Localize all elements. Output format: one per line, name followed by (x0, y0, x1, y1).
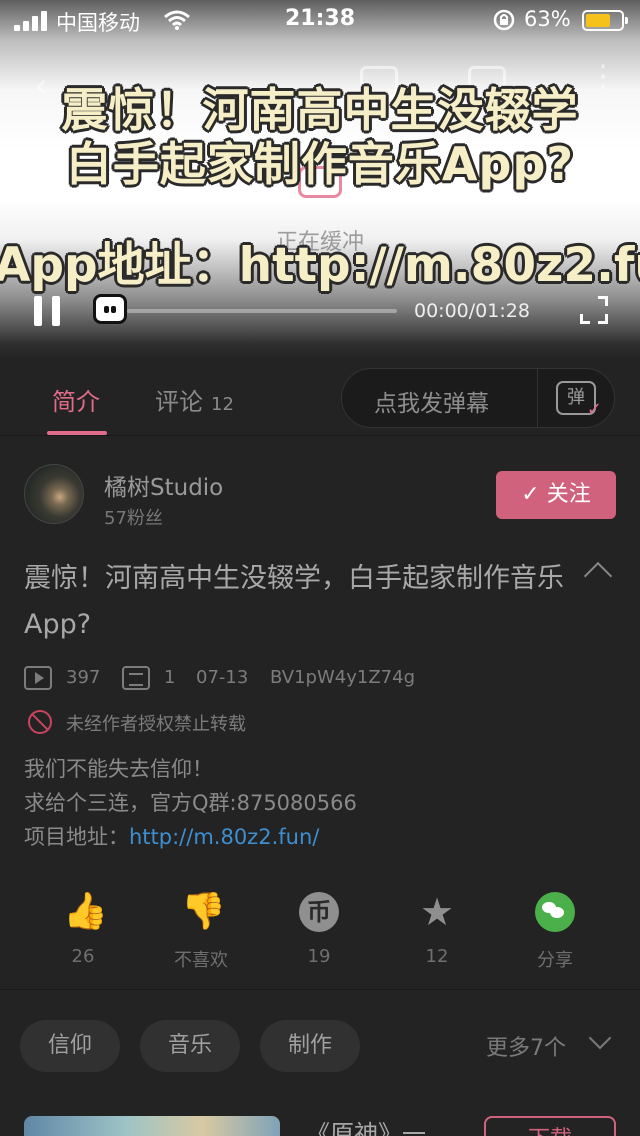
divider (537, 369, 538, 427)
favorite-button[interactable]: ★ 12 (382, 892, 492, 967)
desc-line: 求给个三连，官方Q群:875080566 (24, 791, 357, 815)
collapse-chevron-icon[interactable] (583, 561, 613, 591)
publish-date: 07-13 (196, 667, 249, 688)
download-button[interactable]: 下载 (484, 1116, 616, 1136)
dislike-label: 不喜欢 (174, 950, 228, 971)
status-bar: 中国移动 21:38 63% (0, 0, 640, 40)
active-tab-indicator (47, 431, 107, 435)
desc-line: 我们不能失去信仰！ (24, 757, 213, 781)
danmaku-input[interactable]: 点我发弹幕 弹 (341, 368, 615, 428)
author-name[interactable]: 橘树Studio (104, 468, 223, 502)
chevron-down-icon[interactable] (588, 1026, 612, 1050)
more-tags-button[interactable]: 更多7个 (486, 1030, 566, 1062)
star-icon: ★ (419, 890, 455, 934)
repost-notice-text: 未经作者授权禁止转载 (66, 714, 246, 735)
avatar[interactable] (24, 464, 84, 524)
bvid: BV1pW4y1Z74g (270, 667, 416, 688)
tag-chip[interactable]: 制作 (260, 1020, 360, 1072)
tag-chip[interactable]: 音乐 (140, 1020, 240, 1072)
thumb-down-icon: 👎 (181, 891, 226, 932)
coin-button[interactable]: 币 19 (264, 892, 374, 967)
play-count-icon (24, 666, 52, 690)
desc-link-prefix: 项目地址： (24, 825, 129, 849)
video-title: 震惊！河南高中生没辍学，白手起家制作音乐App? (24, 563, 564, 640)
share-label: 分享 (537, 950, 573, 971)
action-row: 👍 26 👎 不喜欢 币 19 ★ 12 分享 (0, 880, 640, 990)
view-count: 397 (66, 667, 101, 688)
author-row: 橘树Studio 57粉丝 ✓ 关注 (0, 436, 640, 546)
tab-bar: 简介 评论 12 点我发弹幕 弹 (0, 360, 640, 436)
player-controls: 00:00/01:28 (0, 290, 640, 334)
project-link[interactable]: http://m.80z2.fun/ (129, 825, 319, 849)
tab-comments-label: 评论 (155, 388, 203, 416)
battery-icon (582, 10, 628, 31)
time-readout: 00:00/01:28 (414, 300, 530, 322)
thumb-up-icon: 👍 (63, 891, 108, 932)
wechat-icon (535, 892, 575, 932)
share-button[interactable]: 分享 (500, 892, 610, 972)
progress-thumb-icon[interactable] (93, 294, 127, 324)
video-description: 我们不能失去信仰！ 求给个三连，官方Q群:875080566 项目地址：http… (24, 752, 357, 854)
author-fans: 57粉丝 (104, 508, 163, 529)
follow-button[interactable]: ✓ 关注 (496, 471, 616, 519)
progress-bar[interactable] (127, 309, 397, 313)
danmaku-toggle-icon[interactable]: 弹 (556, 381, 602, 419)
fullscreen-icon[interactable] (580, 296, 608, 324)
rotation-lock-icon (493, 9, 515, 31)
overlay-url: App地址：http://m.80z2.fun (0, 238, 640, 293)
danmaku-placeholder: 点我发弹幕 (374, 391, 489, 417)
battery-percent: 63% (524, 7, 571, 31)
recommended-item[interactable]: 《原神》一 下载 (0, 1114, 640, 1136)
tag-row: 信仰 音乐 制作 更多7个 (0, 1018, 640, 1074)
overlay-title-line2: 白手起家制作音乐App? (65, 137, 575, 191)
recommended-title[interactable]: 《原神》一 (306, 1114, 426, 1136)
tab-intro[interactable]: 简介 (52, 382, 100, 417)
check-icon: ✓ (521, 482, 547, 507)
desc-line: 项目地址：http://m.80z2.fun/ (24, 820, 357, 854)
coin-count: 19 (307, 946, 331, 967)
like-button[interactable]: 👍 26 (28, 891, 138, 968)
coin-icon: 币 (299, 892, 339, 932)
follow-label: 关注 (546, 482, 591, 507)
tab-comments[interactable]: 评论 12 (155, 382, 234, 417)
danmaku-count: 1 (164, 667, 176, 688)
favorite-count: 12 (425, 946, 449, 967)
like-count: 26 (71, 946, 95, 967)
danmaku-count-icon (122, 666, 150, 690)
forbidden-icon (28, 710, 52, 734)
recommended-thumbnail[interactable] (24, 1116, 280, 1136)
pause-icon[interactable] (34, 296, 60, 326)
dislike-button[interactable]: 👎 不喜欢 (146, 892, 256, 972)
video-player[interactable]: 中国移动 21:38 63% ‹ ⋮ 正在缓冲 震惊！河南高中生没辍学 白手起家… (0, 0, 640, 360)
comment-count: 12 (211, 394, 234, 415)
tag-chip[interactable]: 信仰 (20, 1020, 120, 1072)
